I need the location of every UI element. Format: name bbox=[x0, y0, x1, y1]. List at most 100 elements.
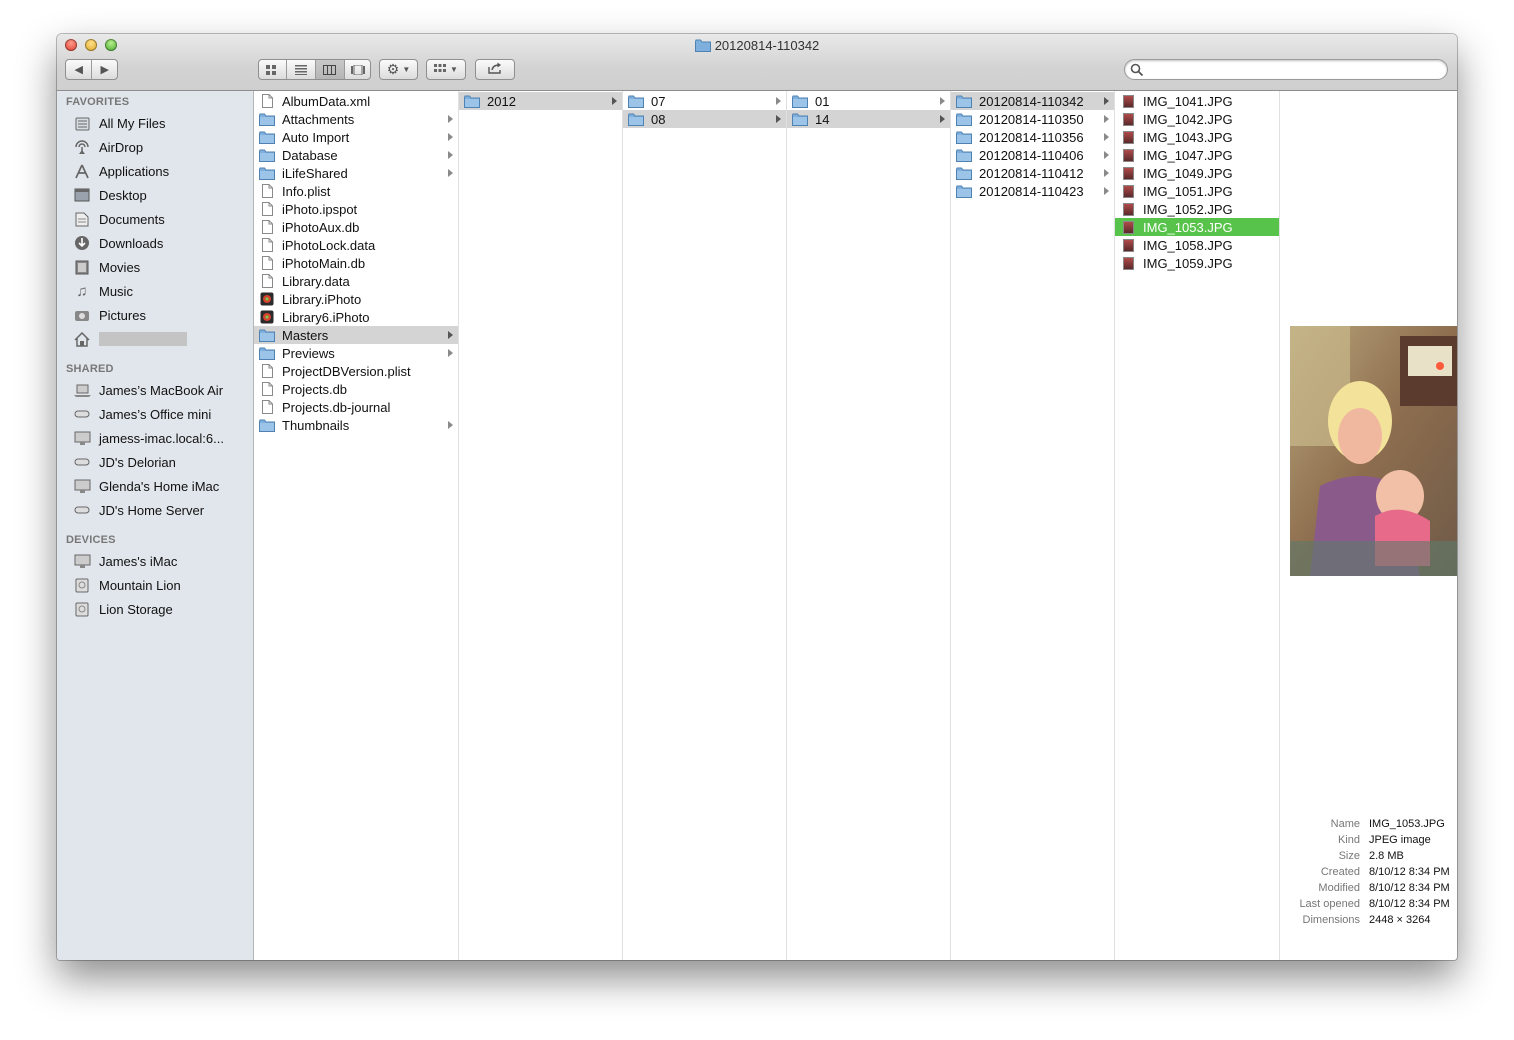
search-field[interactable] bbox=[1124, 59, 1448, 80]
sidebar-item-shared[interactable]: James’s MacBook Air bbox=[73, 378, 223, 402]
item-label: 2012 bbox=[487, 93, 516, 109]
folder-row[interactable]: 20120814-110412 bbox=[951, 164, 1114, 182]
sidebar-item-music[interactable]: ♫ Music bbox=[73, 279, 133, 303]
forward-arrow-icon[interactable]: ▶ bbox=[92, 60, 117, 79]
folder-row[interactable]: Previews bbox=[254, 344, 458, 362]
browser-column[interactable]: AlbumData.xml Attachments Auto Import Datab… bbox=[254, 91, 459, 960]
icon-view-icon[interactable] bbox=[259, 60, 287, 79]
browser-column[interactable]: IMG_1041.JPG IMG_1042.JPG IMG_1043.JPG IMG_… bbox=[1115, 91, 1280, 960]
folder-row[interactable]: Thumbnails bbox=[254, 416, 458, 434]
item-label: iPhoto.ipspot bbox=[282, 201, 358, 217]
disclosure-arrow-icon bbox=[448, 349, 453, 357]
sidebar-item-shared[interactable]: Glenda's Home iMac bbox=[73, 474, 219, 498]
item-label: 20120814-110356 bbox=[979, 129, 1084, 145]
item-label: IMG_1052.JPG bbox=[1143, 201, 1233, 217]
arrange-button[interactable]: ▼ bbox=[426, 59, 466, 80]
sidebar-item-desktop[interactable]: Desktop bbox=[73, 183, 147, 207]
file-row[interactable]: iPhotoAux.db bbox=[254, 218, 458, 236]
file-row[interactable]: ProjectDBVersion.plist bbox=[254, 362, 458, 380]
folder-row[interactable]: 20120814-110350 bbox=[951, 110, 1114, 128]
browser-column[interactable]: 07 08 bbox=[623, 91, 787, 960]
back-arrow-icon[interactable]: ◀ bbox=[66, 60, 93, 79]
server-icon bbox=[73, 454, 91, 470]
file-row[interactable]: IMG_1042.JPG bbox=[1115, 110, 1279, 128]
sidebar-item-shared[interactable]: JD's Home Server bbox=[73, 498, 204, 522]
folder-row[interactable]: 14 bbox=[787, 110, 950, 128]
browser-column[interactable]: 20120814-110342 20120814-110350 20120814-1… bbox=[951, 91, 1115, 960]
file-icon bbox=[259, 274, 275, 288]
file-row[interactable]: IMG_1059.JPG bbox=[1115, 254, 1279, 272]
folder-row[interactable]: 20120814-110423 bbox=[951, 182, 1114, 200]
folder-row[interactable]: Database bbox=[254, 146, 458, 164]
file-row[interactable]: IMG_1051.JPG bbox=[1115, 182, 1279, 200]
sidebar-item-label: Movies bbox=[99, 259, 141, 275]
sidebar-item-pictures[interactable]: Pictures bbox=[73, 303, 146, 327]
column-view-icon[interactable] bbox=[315, 60, 345, 79]
sidebar-item-shared[interactable]: James’s Office mini bbox=[73, 402, 211, 426]
browser-column[interactable]: 2012 bbox=[459, 91, 623, 960]
coverflow-view-icon[interactable] bbox=[345, 60, 371, 79]
folder-row[interactable]: 20120814-110342 bbox=[951, 92, 1114, 110]
file-row[interactable]: IMG_1041.JPG bbox=[1115, 92, 1279, 110]
view-mode-control bbox=[258, 59, 371, 80]
file-row[interactable]: IMG_1052.JPG bbox=[1115, 200, 1279, 218]
folder-icon bbox=[956, 148, 972, 162]
file-row[interactable]: Library.iPhoto bbox=[254, 290, 458, 308]
item-label: IMG_1051.JPG bbox=[1143, 183, 1233, 199]
movies-icon bbox=[73, 259, 91, 275]
list-view-icon[interactable] bbox=[287, 60, 316, 79]
folder-icon bbox=[628, 112, 644, 126]
folder-row[interactable]: 20120814-110356 bbox=[951, 128, 1114, 146]
sidebar-item-applications[interactable]: Applications bbox=[73, 159, 169, 183]
folder-row[interactable]: Auto Import bbox=[254, 128, 458, 146]
sidebar-item-airdrop[interactable]: AirDrop bbox=[73, 135, 143, 159]
file-row[interactable]: Library6.iPhoto bbox=[254, 308, 458, 326]
sidebar-item-documents[interactable]: Documents bbox=[73, 207, 165, 231]
folder-row[interactable]: 08 bbox=[623, 110, 786, 128]
folder-row[interactable]: 07 bbox=[623, 92, 786, 110]
file-row[interactable]: IMG_1049.JPG bbox=[1115, 164, 1279, 182]
folder-icon bbox=[259, 346, 275, 360]
file-row[interactable]: IMG_1047.JPG bbox=[1115, 146, 1279, 164]
file-row[interactable]: AlbumData.xml bbox=[254, 92, 458, 110]
item-label: Attachments bbox=[282, 111, 355, 127]
drive-icon bbox=[73, 577, 91, 593]
disclosure-arrow-icon bbox=[1104, 169, 1109, 177]
folder-row[interactable]: iLifeShared bbox=[254, 164, 458, 182]
file-row[interactable]: iPhotoLock.data bbox=[254, 236, 458, 254]
file-row[interactable]: Library.data bbox=[254, 272, 458, 290]
folder-row[interactable]: 01 bbox=[787, 92, 950, 110]
file-row[interactable]: IMG_1053.JPG bbox=[1115, 218, 1279, 236]
share-button[interactable] bbox=[475, 59, 515, 80]
folder-row[interactable]: Attachments bbox=[254, 110, 458, 128]
file-icon bbox=[259, 364, 275, 378]
sidebar-item-home[interactable] bbox=[73, 327, 187, 351]
sidebar-item-downloads[interactable]: Downloads bbox=[73, 231, 163, 255]
file-row[interactable]: Info.plist bbox=[254, 182, 458, 200]
folder-icon bbox=[259, 112, 275, 126]
folder-row[interactable]: 2012 bbox=[459, 92, 622, 110]
folder-row[interactable]: Masters bbox=[254, 326, 458, 344]
file-row[interactable]: IMG_1058.JPG bbox=[1115, 236, 1279, 254]
sidebar-item-shared[interactable]: jamess-imac.local:6... bbox=[73, 426, 224, 450]
item-label: ProjectDBVersion.plist bbox=[282, 363, 411, 379]
sidebar-item-device[interactable]: Mountain Lion bbox=[73, 573, 181, 597]
sidebar-item-device[interactable]: Lion Storage bbox=[73, 597, 173, 621]
folder-row[interactable]: 20120814-110406 bbox=[951, 146, 1114, 164]
file-row[interactable]: Projects.db bbox=[254, 380, 458, 398]
sidebar-item-all-my-files[interactable]: All My Files bbox=[73, 111, 165, 135]
file-row[interactable]: iPhotoMain.db bbox=[254, 254, 458, 272]
sidebar-item-device[interactable]: James's iMac bbox=[73, 549, 177, 573]
file-row[interactable]: Projects.db-journal bbox=[254, 398, 458, 416]
shared-heading: SHARED bbox=[66, 363, 114, 375]
action-button[interactable]: ⚙ ▼ bbox=[379, 59, 418, 80]
disclosure-arrow-icon bbox=[448, 133, 453, 141]
file-row[interactable]: iPhoto.ipspot bbox=[254, 200, 458, 218]
disclosure-arrow-icon bbox=[448, 421, 453, 429]
file-row[interactable]: IMG_1043.JPG bbox=[1115, 128, 1279, 146]
sidebar-item-movies[interactable]: Movies bbox=[73, 255, 140, 279]
sidebar-item-label: James's iMac bbox=[99, 553, 178, 569]
sidebar-item-shared[interactable]: JD's Delorian bbox=[73, 450, 176, 474]
gear-icon: ⚙ bbox=[386, 61, 400, 77]
browser-column[interactable]: 01 14 bbox=[787, 91, 951, 960]
